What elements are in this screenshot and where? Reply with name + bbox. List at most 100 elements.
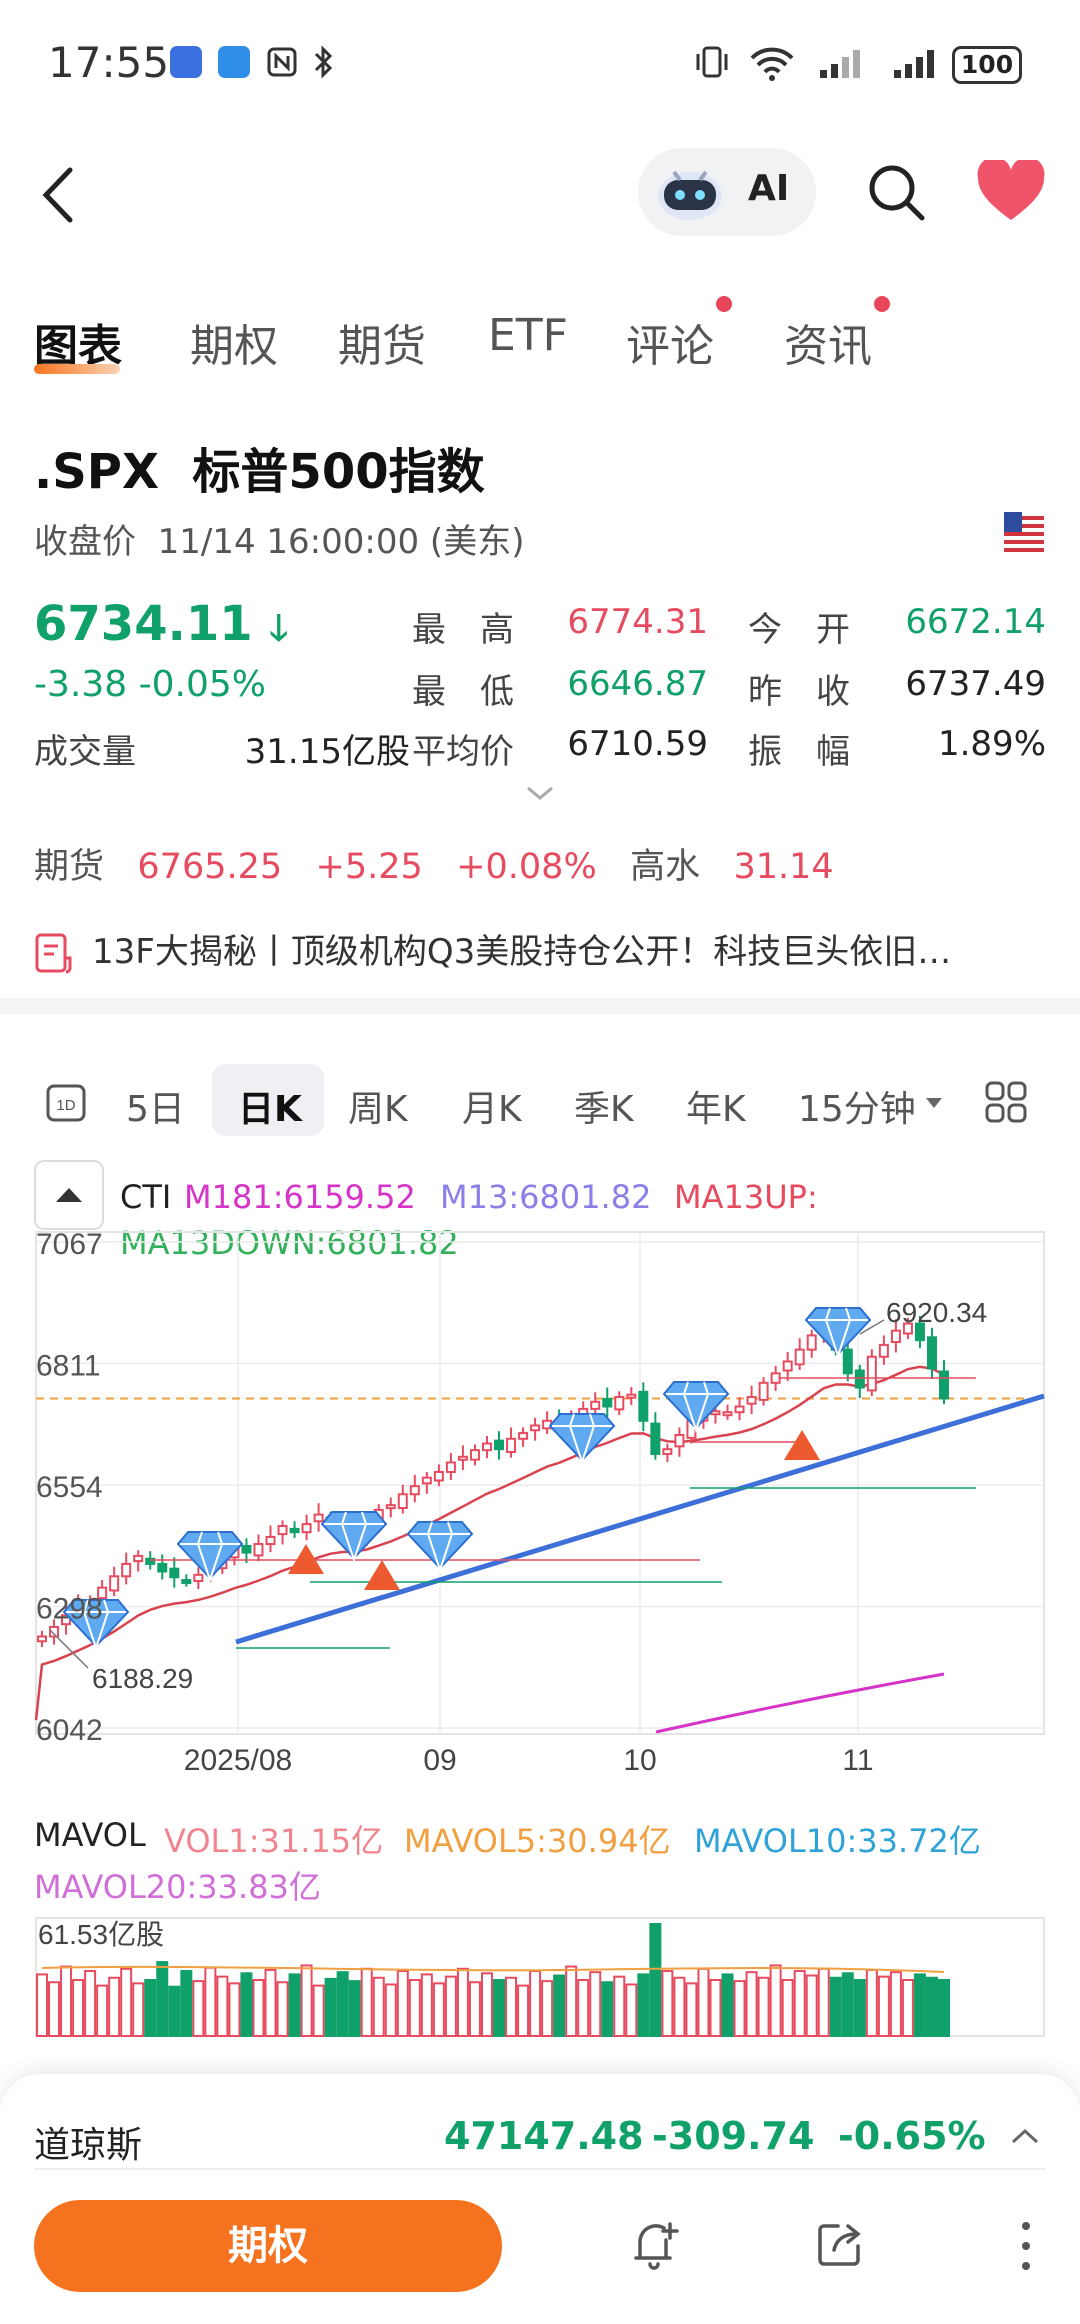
dropdown-caret-icon[interactable] xyxy=(924,1096,944,1110)
volume-bar xyxy=(408,1979,421,2037)
volume-bar xyxy=(336,1971,349,2037)
ma13up-label: MA13UP: xyxy=(674,1178,818,1216)
candle-body xyxy=(289,1527,300,1534)
amplitude-label: 振 幅 xyxy=(748,732,850,772)
period-quarterly-k[interactable]: 季K xyxy=(574,1080,634,1132)
news-document-icon xyxy=(35,933,72,973)
volume-bar xyxy=(853,1979,866,2037)
volume-bar xyxy=(456,1967,469,2037)
news-banner[interactable]: 13F大揭秘丨顶级机构Q3美股持仓公开！科技巨头依旧… xyxy=(34,924,1054,976)
volume-bar xyxy=(925,1976,938,2037)
tab-etf[interactable]: ETF xyxy=(488,310,568,361)
y-tick-label: 6298 xyxy=(36,1593,103,1626)
volume-bar xyxy=(877,1975,890,2037)
low-label: 最 低 xyxy=(412,672,514,712)
grid-menu-icon[interactable] xyxy=(984,1080,1028,1124)
x-tick-label: 09 xyxy=(423,1744,456,1777)
chevron-up-icon[interactable] xyxy=(1010,2126,1040,2146)
candle-body xyxy=(734,1405,745,1414)
candle-body xyxy=(794,1348,805,1366)
ai-assistant-button[interactable]: AI xyxy=(638,148,816,236)
volume-bar xyxy=(769,1964,782,2037)
y-tick-label: 6554 xyxy=(36,1471,103,1504)
volume-bar xyxy=(577,1979,590,2037)
app-notification-icon xyxy=(170,46,202,78)
mavol5-label: MAVOL5:30.94亿 xyxy=(404,1822,671,1860)
more-options-icon[interactable] xyxy=(1016,2218,1036,2274)
candlestick-chart[interactable]: 7067 6811 6554 6298 6042 2025/08 09 10 11 6920.34… xyxy=(0,1230,1080,1790)
expand-chevron-icon[interactable] xyxy=(526,784,554,802)
period-monthly-k[interactable]: 月K xyxy=(462,1080,522,1132)
candle-body xyxy=(842,1348,853,1375)
candle-body xyxy=(746,1396,757,1405)
diamond-marker-icon xyxy=(662,1381,730,1430)
volume-bar xyxy=(589,1971,602,2037)
candle-body xyxy=(469,1449,480,1461)
volume-bar xyxy=(240,1972,253,2037)
price-value: 6734.11 xyxy=(34,596,253,652)
diamond-marker-icon xyxy=(406,1521,474,1570)
period-weekly-k[interactable]: 周K xyxy=(348,1080,408,1132)
volume-bar xyxy=(793,1970,806,2037)
back-button[interactable] xyxy=(30,160,90,230)
volume-bar xyxy=(517,1984,530,2037)
high-annotation: 6920.34 xyxy=(886,1297,987,1328)
period-yearly-k[interactable]: 年K xyxy=(686,1080,746,1132)
volume-bar xyxy=(48,1981,61,2037)
avg-label: 平均价 xyxy=(412,732,514,772)
close-timestamp: 11/14 16:00:00 (美东) xyxy=(157,522,525,562)
price-alert-bell-icon[interactable] xyxy=(630,2218,682,2274)
low-annotation: 6188.29 xyxy=(92,1663,193,1694)
volume-bar xyxy=(192,1980,205,2038)
caret-up-icon xyxy=(56,1188,82,1202)
volume-bar xyxy=(493,1979,506,2037)
signal-icon-1 xyxy=(820,50,860,78)
volume-bar xyxy=(913,1973,926,2037)
options-button[interactable]: 期权 xyxy=(34,2200,502,2292)
volume-bar xyxy=(132,1982,145,2037)
volume-bar xyxy=(685,1982,698,2037)
candle-body xyxy=(722,1411,733,1417)
period-5d[interactable]: 5日 xyxy=(126,1080,185,1132)
search-icon[interactable] xyxy=(864,160,928,224)
volume-label: 成交量 xyxy=(34,732,136,772)
volume-bar xyxy=(637,1973,650,2037)
candle-body xyxy=(638,1390,649,1422)
volume-bar xyxy=(613,1975,626,2037)
period-daily-k[interactable]: 日K xyxy=(238,1080,302,1132)
volume-bar xyxy=(841,1972,854,2037)
collapse-indicators-button[interactable] xyxy=(34,1160,104,1230)
volume-bar xyxy=(168,1985,181,2037)
period-15min[interactable]: 15分钟 xyxy=(798,1080,916,1132)
candles xyxy=(37,1315,949,1647)
1d-calendar-icon[interactable]: 1D xyxy=(46,1082,88,1124)
m13-label: M13:6801.82 xyxy=(440,1178,652,1216)
volume-chart[interactable]: 61.53亿股 xyxy=(0,1916,1080,2040)
change-percent: -0.05% xyxy=(138,664,266,705)
volume-bar xyxy=(84,1970,97,2037)
candle-body xyxy=(926,1336,937,1370)
share-icon[interactable] xyxy=(814,2218,866,2270)
tab-options[interactable]: 期权 xyxy=(190,310,278,374)
candle-body xyxy=(806,1334,817,1351)
amplitude-value: 1.89% xyxy=(937,724,1046,764)
tab-comments[interactable]: 评论 xyxy=(626,310,714,374)
volume-bar xyxy=(709,1979,722,2037)
candle-body xyxy=(939,1370,949,1400)
volume-bar xyxy=(420,1973,433,2037)
open-value: 6672.14 xyxy=(905,602,1046,642)
candle-body xyxy=(602,1397,613,1408)
candle-body xyxy=(782,1360,793,1372)
volume-bar xyxy=(36,1973,48,2037)
volume-bar xyxy=(649,1923,662,2037)
volume-bar xyxy=(300,1964,313,2037)
tab-futures[interactable]: 期货 xyxy=(338,310,426,374)
tab-news[interactable]: 资讯 xyxy=(784,310,872,374)
favorite-heart-icon[interactable] xyxy=(976,160,1046,224)
m181-label: M181:6159.52 xyxy=(184,1178,416,1216)
m181-line xyxy=(655,1672,945,1734)
futures-row[interactable]: 期货 6765.25 +5.25 +0.08% 高水 31.14 xyxy=(34,838,834,889)
wifi-icon xyxy=(750,47,794,81)
y-tick-label: 7067 xyxy=(36,1230,103,1261)
candle-body xyxy=(662,1448,673,1455)
